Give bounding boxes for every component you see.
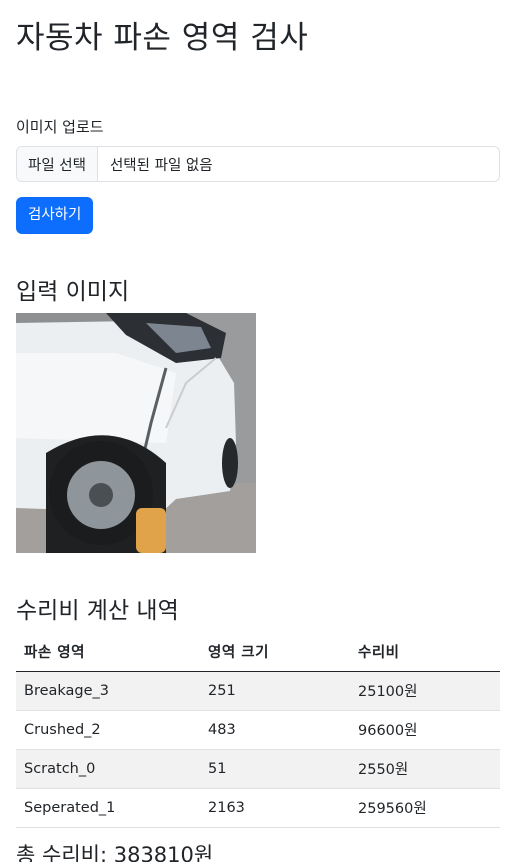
file-choose-button[interactable]: 파일 선택 xyxy=(17,147,98,181)
upload-label: 이미지 업로드 xyxy=(16,118,104,136)
cell-area-size: 251 xyxy=(200,671,350,711)
cell-repair-cost: 25100원 xyxy=(350,671,500,711)
cell-area-size: 51 xyxy=(200,749,350,789)
header-area-size: 영역 크기 xyxy=(200,632,350,672)
cell-area-size: 2163 xyxy=(200,788,350,828)
cell-repair-cost: 96600원 xyxy=(350,710,500,750)
cost-table: 파손 영역 영역 크기 수리비 Breakage_3 251 25100원 Cr… xyxy=(16,632,500,828)
cell-damage-area: Breakage_3 xyxy=(16,671,200,711)
file-status-text: 선택된 파일 없음 xyxy=(109,157,213,174)
table-row: Breakage_3 251 25100원 xyxy=(16,671,500,711)
table-row: Scratch_0 51 2550원 xyxy=(16,749,500,789)
header-damage-area: 파손 영역 xyxy=(16,632,200,672)
total-cost-value: 383810원 xyxy=(113,842,214,862)
table-row: Seperated_1 2163 259560원 xyxy=(16,788,500,828)
cost-section-title: 수리비 계산 내역 xyxy=(16,598,179,624)
input-car-image xyxy=(16,313,256,553)
total-cost-label: 총 수리비: xyxy=(16,842,108,862)
main-container: 자동차 파손 영역 검사 이미지 업로드 파일 선택 선택된 파일 없음 검사하… xyxy=(0,18,515,862)
file-input[interactable]: 파일 선택 선택된 파일 없음 xyxy=(16,146,500,182)
cell-repair-cost: 2550원 xyxy=(350,749,500,789)
page-title: 자동차 파손 영역 검사 xyxy=(16,20,309,56)
cell-damage-area: Crushed_2 xyxy=(16,710,200,750)
inspect-button[interactable]: 검사하기 xyxy=(16,197,94,234)
cell-damage-area: Scratch_0 xyxy=(16,749,200,789)
cell-area-size: 483 xyxy=(200,710,350,750)
total-cost: 총 수리비: 383810원 xyxy=(16,840,499,862)
input-image-title: 입력 이미지 xyxy=(16,279,130,305)
header-repair-cost: 수리비 xyxy=(350,632,500,672)
cell-repair-cost: 259560원 xyxy=(350,788,500,828)
table-row: Crushed_2 483 96600원 xyxy=(16,710,500,750)
cell-damage-area: Seperated_1 xyxy=(16,788,200,828)
table-header-row: 파손 영역 영역 크기 수리비 xyxy=(16,632,500,672)
